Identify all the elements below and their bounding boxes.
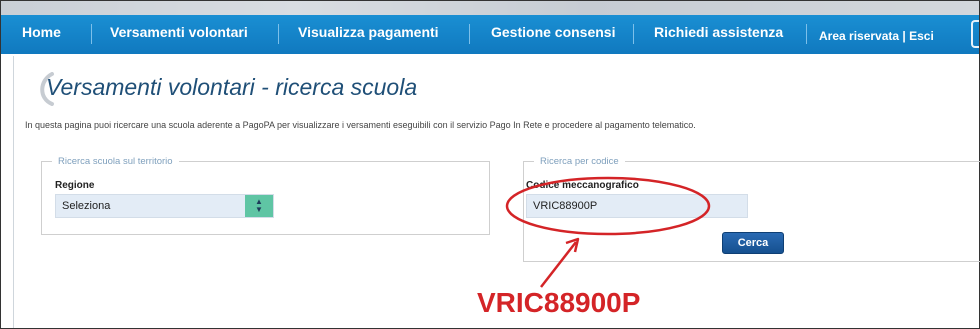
select-arrows-icon: ▲ ▼: [245, 195, 273, 217]
nav-separator: [91, 24, 92, 44]
nav-separator: [278, 24, 279, 44]
main-navbar: Home Versamenti volontari Visualizza pag…: [1, 15, 979, 54]
page-intro-text: In questa pagina puoi ricercare una scuo…: [25, 120, 696, 130]
code-search-legend: Ricerca per codice: [540, 156, 619, 167]
code-label: Codice meccanografico: [526, 180, 639, 191]
user-menu-separator: |: [902, 29, 906, 43]
nav-visualizza-pagamenti[interactable]: Visualizza pagamenti: [298, 15, 439, 54]
logout-link[interactable]: Esci: [909, 29, 934, 43]
browser-top-strip: [1, 1, 979, 15]
search-button[interactable]: Cerca: [722, 232, 784, 254]
region-select[interactable]: Seleziona ▲ ▼: [55, 194, 274, 218]
user-menu: Area riservata | Esci: [819, 15, 934, 54]
code-input[interactable]: [526, 194, 748, 218]
nav-gestione-consensi[interactable]: Gestione consensi: [491, 15, 615, 54]
page-title: Versamenti volontari - ricerca scuola: [46, 74, 418, 100]
region-label: Regione: [55, 180, 95, 191]
nav-edge-button[interactable]: [971, 20, 979, 48]
nav-home[interactable]: Home: [22, 15, 61, 54]
reserved-area-link[interactable]: Area riservata: [819, 29, 899, 43]
content-left-border: [13, 56, 14, 328]
nav-separator: [469, 24, 470, 44]
annotation-label: VRIC88900P: [477, 287, 641, 318]
region-select-value: Seleziona: [62, 200, 111, 212]
territory-search-legend: Ricerca scuola sul territorio: [58, 156, 173, 167]
nav-versamenti-volontari[interactable]: Versamenti volontari: [110, 15, 248, 54]
nav-separator: [633, 24, 634, 44]
nav-richiedi-assistenza[interactable]: Richiedi assistenza: [654, 15, 783, 54]
nav-separator: [806, 24, 807, 44]
